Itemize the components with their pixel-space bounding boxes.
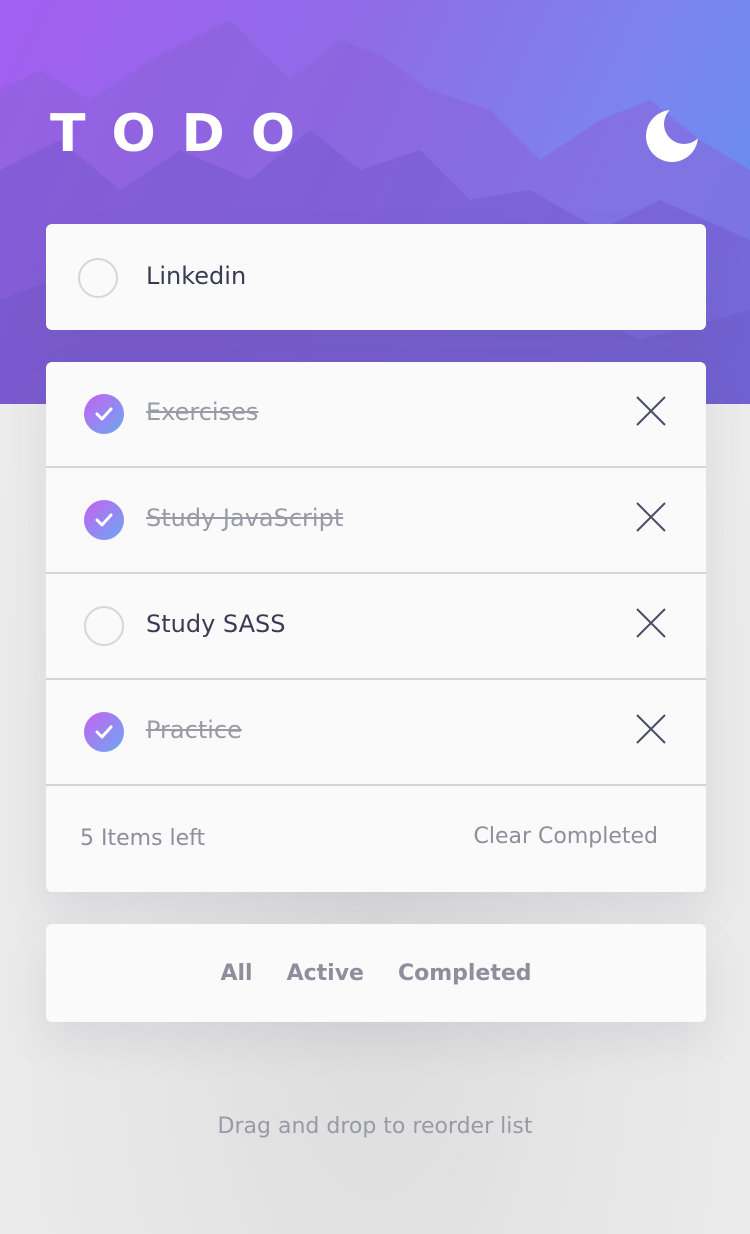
todo-text: Practice xyxy=(146,716,242,744)
todo-list: Exercises Study JavaScript Study SASS Pr… xyxy=(46,362,706,892)
check-icon xyxy=(95,725,113,739)
todo-text: Exercises xyxy=(146,398,259,426)
check-icon xyxy=(95,407,113,421)
todo-text: Study JavaScript xyxy=(146,504,344,532)
close-icon xyxy=(636,714,666,744)
close-icon xyxy=(636,502,666,532)
app-title: TODO xyxy=(50,104,322,164)
moon-icon xyxy=(646,110,698,162)
filter-all-button[interactable]: All xyxy=(220,961,252,986)
todo-text: Study SASS xyxy=(146,610,286,638)
close-icon xyxy=(636,608,666,638)
todo-checkbox-checked[interactable] xyxy=(84,394,124,434)
check-icon xyxy=(95,513,113,527)
delete-todo-button[interactable] xyxy=(634,394,668,428)
filter-active-button[interactable]: Active xyxy=(287,961,364,986)
new-todo-card xyxy=(46,224,706,330)
new-todo-input[interactable] xyxy=(146,254,666,298)
items-left-count: 5 Items left xyxy=(80,826,206,851)
todo-item[interactable]: Practice xyxy=(46,680,706,786)
todo-checkbox-checked[interactable] xyxy=(84,500,124,540)
delete-todo-button[interactable] xyxy=(634,712,668,746)
list-footer: 5 Items left Clear Completed xyxy=(46,786,706,892)
mountain-background-image xyxy=(0,20,750,404)
new-todo-check-circle[interactable] xyxy=(78,258,118,298)
todo-checkbox-checked[interactable] xyxy=(84,712,124,752)
delete-todo-button[interactable] xyxy=(634,500,668,534)
todo-item[interactable]: Study JavaScript xyxy=(46,468,706,574)
reorder-hint: Drag and drop to reorder list xyxy=(217,1114,533,1139)
clear-completed-button[interactable]: Clear Completed xyxy=(473,824,658,849)
todo-item[interactable]: Exercises xyxy=(46,362,706,468)
header-background: TODO xyxy=(0,0,750,404)
theme-toggle-button[interactable] xyxy=(644,108,700,164)
todo-checkbox[interactable] xyxy=(84,606,124,646)
close-icon xyxy=(636,396,666,426)
filter-completed-button[interactable]: Completed xyxy=(398,961,532,986)
filter-bar: All Active Completed xyxy=(46,924,706,1022)
delete-todo-button[interactable] xyxy=(634,606,668,640)
todo-item[interactable]: Study SASS xyxy=(46,574,706,680)
